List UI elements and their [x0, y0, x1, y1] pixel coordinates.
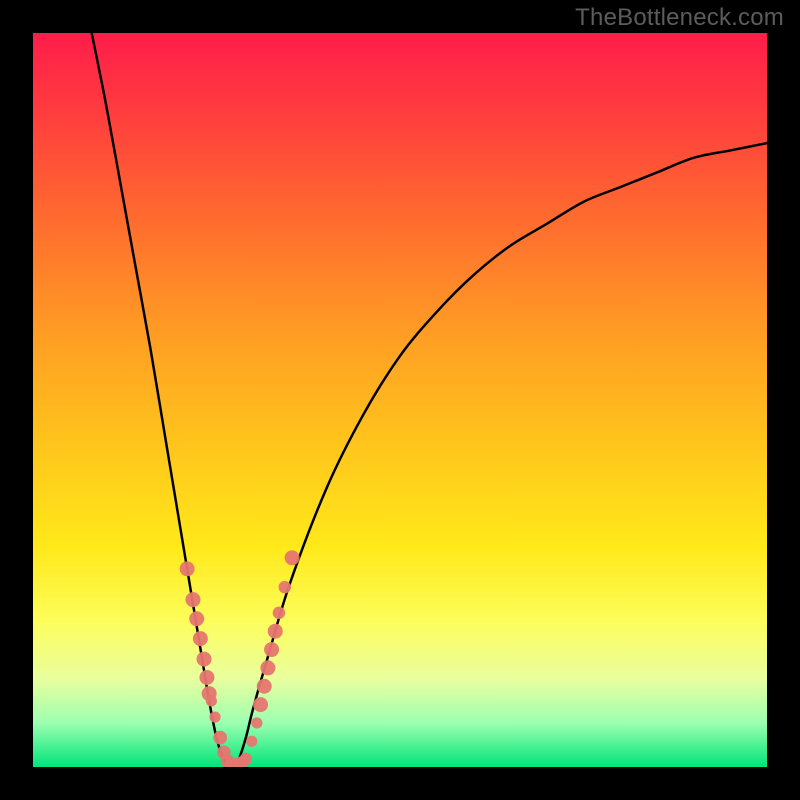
data-point [180, 561, 195, 576]
data-point [193, 631, 208, 646]
chart-svg [33, 33, 767, 767]
data-point [246, 736, 257, 747]
data-point [206, 695, 217, 706]
data-point [251, 717, 262, 728]
bottleneck-curve [92, 33, 767, 767]
data-point [189, 611, 204, 626]
data-point [264, 642, 279, 657]
chart-frame: TheBottleneck.com [0, 0, 800, 800]
data-point [268, 624, 283, 639]
data-point [279, 581, 291, 593]
data-point [257, 679, 272, 694]
data-point [260, 660, 275, 675]
data-point [285, 550, 300, 565]
watermark-text: TheBottleneck.com [575, 4, 784, 32]
data-point [240, 753, 252, 765]
plot-area [33, 33, 767, 767]
data-point [273, 607, 285, 619]
data-point [199, 670, 214, 685]
data-point [253, 697, 268, 712]
data-point [209, 711, 220, 722]
data-point [197, 652, 212, 667]
data-point [213, 731, 227, 745]
data-points [180, 550, 300, 767]
data-point [186, 592, 201, 607]
